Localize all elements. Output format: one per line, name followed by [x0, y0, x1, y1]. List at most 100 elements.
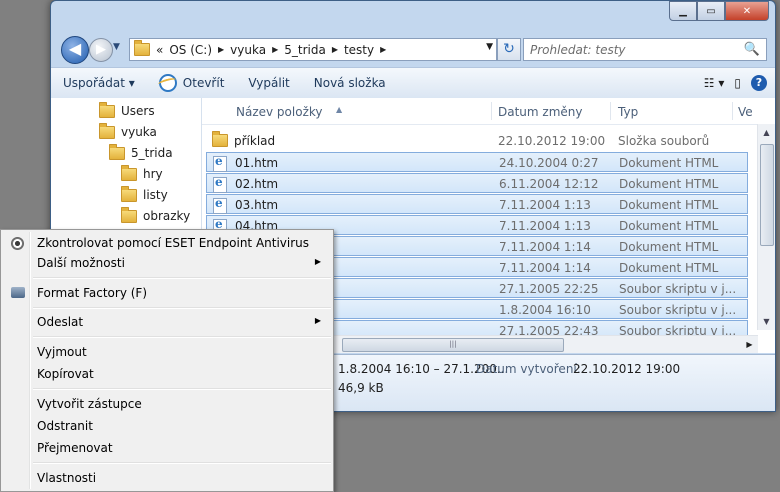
table-row[interactable]: 02.htm 6.11.2004 12:12 Dokument HTML	[206, 173, 748, 193]
column-name[interactable]: Název položky	[236, 105, 322, 119]
close-button[interactable]: ✕	[725, 1, 769, 21]
breadcrumb-separator[interactable]: ▶	[218, 45, 224, 54]
column-divider[interactable]	[732, 102, 733, 120]
folder-icon	[121, 206, 137, 223]
table-row[interactable]: 03.htm 7.11.2004 1:13 Dokument HTML	[206, 194, 748, 214]
table-row[interactable]: 01.htm 24.10.2004 0:27 Dokument HTML	[206, 152, 748, 172]
address-bar[interactable]: « OS (C:) ▶ vyuka ▶ 5_trida ▶ testy ▶ ▼	[129, 38, 497, 61]
folder-icon	[212, 131, 228, 147]
submenu-arrow-icon: ▶	[314, 257, 321, 266]
breadcrumb-separator[interactable]: ▶	[380, 45, 386, 54]
column-size[interactable]: Ve	[738, 105, 753, 119]
scroll-thumb[interactable]	[760, 144, 774, 246]
column-divider[interactable]	[491, 102, 492, 120]
command-bar: Uspořádat ▾ Otevřít Vypálit Nová složka …	[51, 67, 775, 99]
menu-item-send-to[interactable]: Odeslat ▶	[3, 311, 329, 333]
folder-icon	[134, 40, 150, 56]
file-type: Dokument HTML	[619, 156, 719, 170]
folder-icon	[109, 143, 125, 160]
refresh-button[interactable]: ↻	[497, 38, 521, 61]
context-menu: Zkontrolovat pomocí ESET Endpoint Antivi…	[0, 229, 334, 492]
folder-icon	[99, 122, 115, 139]
menu-item-properties[interactable]: Vlastnosti	[3, 467, 329, 489]
tree-item-label: 5_trida	[131, 146, 173, 160]
minimize-button[interactable]: ▁	[669, 1, 697, 21]
column-date[interactable]: Datum změny	[498, 105, 583, 119]
new-folder-button[interactable]: Nová složka	[302, 76, 398, 90]
folder-icon	[121, 164, 137, 181]
column-divider[interactable]	[610, 102, 611, 120]
organize-button[interactable]: Uspořádat ▾	[51, 76, 147, 90]
menu-separator	[33, 277, 331, 279]
submenu-arrow-icon: ▶	[314, 316, 321, 325]
menu-item-copy[interactable]: Kopírovat	[3, 363, 329, 385]
menu-item-create-shortcut[interactable]: Vytvořit zástupce	[3, 393, 329, 415]
vertical-scrollbar[interactable]: ▲ ▼	[757, 124, 775, 330]
table-row[interactable]: příklad 22.10.2012 19:00 Složka souborů	[206, 131, 748, 151]
tree-item-hry[interactable]: hry	[121, 164, 163, 184]
address-dropdown[interactable]: ▼	[486, 42, 493, 52]
preview-pane-button[interactable]: ▯	[734, 76, 741, 90]
menu-item-label: Format Factory (F)	[37, 286, 148, 300]
horizontal-scroll-thumb[interactable]: |||	[342, 338, 564, 352]
file-type: Dokument HTML	[619, 198, 719, 212]
ie-icon	[158, 74, 177, 92]
menu-item-label: Kopírovat	[37, 367, 94, 381]
created-label: Datum vytvoření:	[476, 362, 581, 376]
scroll-up-button[interactable]: ▲	[758, 124, 775, 141]
file-name: 02.htm	[235, 177, 279, 191]
menu-item-format-factory[interactable]: Format Factory (F)	[3, 282, 329, 304]
file-type: Dokument HTML	[619, 261, 719, 275]
maximize-button[interactable]: ▭	[697, 1, 725, 21]
file-name: příklad	[234, 134, 276, 148]
menu-separator	[33, 462, 331, 464]
breadcrumb-testy[interactable]: testy	[344, 43, 374, 57]
breadcrumb-separator[interactable]: ▶	[272, 45, 278, 54]
format-factory-icon	[11, 287, 25, 298]
file-type: Soubor skriptu v j...	[619, 303, 737, 317]
column-headers: ▲ Název položky Datum změny Typ Ve	[202, 98, 775, 125]
breadcrumb-vyuka[interactable]: vyuka	[230, 43, 266, 57]
menu-item-label: Přejmenovat	[37, 441, 113, 455]
menu-item-more-options[interactable]: Další možnosti ▶	[3, 252, 329, 274]
menu-item-delete[interactable]: Odstranit	[3, 415, 329, 437]
menu-separator	[33, 336, 331, 338]
tree-item-users[interactable]: Users	[99, 101, 155, 121]
recent-pages-dropdown[interactable]: ▼	[113, 42, 120, 52]
search-input[interactable]: Prohledat: testy	[530, 43, 744, 57]
file-date: 1.8.2004 16:10	[499, 303, 591, 317]
folder-icon	[99, 101, 115, 118]
tree-item-listy[interactable]: listy	[121, 185, 168, 205]
menu-item-rename[interactable]: Přejmenovat	[3, 437, 329, 459]
burn-button[interactable]: Vypálit	[236, 76, 301, 90]
column-type[interactable]: Typ	[618, 105, 638, 119]
file-date: 7.11.2004 1:13	[499, 198, 591, 212]
search-icon[interactable]: 🔍	[744, 42, 760, 57]
file-date: 7.11.2004 1:14	[499, 261, 591, 275]
tree-item-obrazky[interactable]: obrazky	[121, 206, 190, 226]
sort-indicator: ▲	[336, 105, 343, 114]
menu-separator	[33, 307, 331, 309]
views-button[interactable]: ☷ ▾	[704, 76, 725, 90]
file-type: Složka souborů	[618, 134, 710, 148]
forward-button[interactable]: ▶	[89, 38, 113, 62]
scroll-down-button[interactable]: ▼	[758, 313, 775, 330]
htm-file-icon	[213, 196, 227, 214]
menu-item-label: Vyjmout	[37, 345, 87, 359]
menu-item-eset-scan[interactable]: Zkontrolovat pomocí ESET Endpoint Antivi…	[3, 232, 329, 254]
search-box[interactable]: Prohledat: testy 🔍	[523, 38, 767, 61]
total-size: 46,9 kB	[338, 381, 384, 395]
open-button[interactable]: Otevřít	[147, 74, 237, 92]
breadcrumb-os-c[interactable]: OS (C:)	[169, 43, 212, 57]
breadcrumb-5-trida[interactable]: 5_trida	[284, 43, 326, 57]
htm-file-icon	[213, 154, 227, 172]
tree-item-5-trida[interactable]: 5_trida	[109, 143, 173, 163]
breadcrumb-overflow[interactable]: «	[156, 43, 163, 57]
file-name: 01.htm	[235, 156, 279, 170]
scroll-right-button[interactable]: ▶	[741, 336, 758, 353]
menu-item-cut[interactable]: Vyjmout	[3, 341, 329, 363]
breadcrumb-separator[interactable]: ▶	[332, 45, 338, 54]
back-button[interactable]: ◀	[61, 36, 89, 64]
tree-item-vyuka[interactable]: vyuka	[99, 122, 157, 142]
help-button[interactable]: ?	[751, 75, 767, 91]
